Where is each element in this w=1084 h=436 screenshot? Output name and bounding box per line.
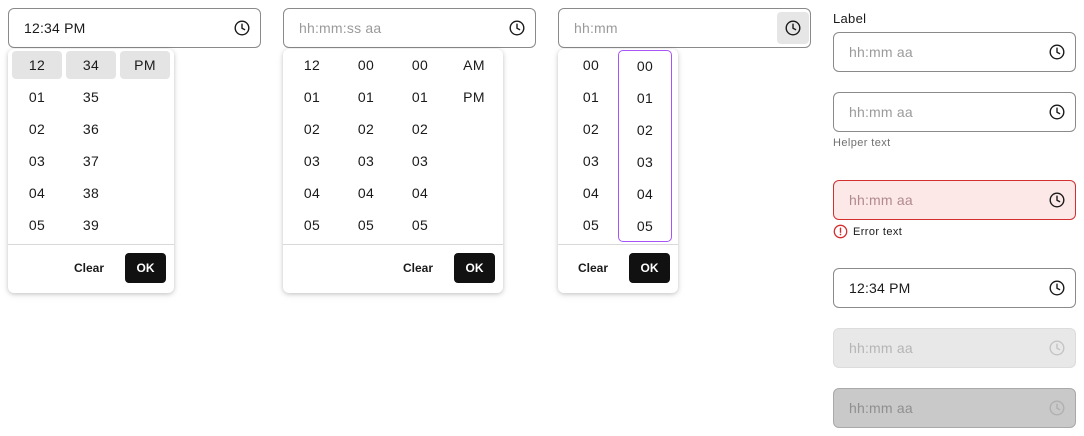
time-input-with-seconds[interactable]: hh:mm:ss aa: [283, 8, 536, 48]
time-picker-dropdown-3: 00 01 02 03 04 05 00 01 02 03 04 05 Clea…: [558, 49, 678, 293]
time-input-value: 12:34 PM: [849, 280, 911, 296]
ok-button[interactable]: OK: [629, 253, 670, 283]
hour-option[interactable]: 03: [566, 147, 616, 175]
hour-option[interactable]: 02: [287, 115, 337, 143]
meridiem-option[interactable]: AM: [449, 51, 499, 79]
time-input-disabled: hh:mm aa: [833, 328, 1076, 368]
hour-option[interactable]: 02: [566, 115, 616, 143]
time-input-placeholder: hh:mm: [574, 20, 618, 36]
minute-option[interactable]: 36: [66, 115, 116, 143]
minute-option[interactable]: 38: [66, 179, 116, 207]
clear-button[interactable]: Clear: [66, 253, 112, 283]
hour-option[interactable]: 04: [566, 179, 616, 207]
clock-icon: [1048, 339, 1066, 357]
minute-column[interactable]: 34 35 36 37 38 39: [66, 51, 116, 243]
minute-column[interactable]: 00 01 02 03 04 05: [618, 50, 672, 242]
footer-divider: [8, 244, 174, 245]
second-option[interactable]: 05: [395, 211, 445, 239]
time-input-12h[interactable]: 12:34 PM: [8, 8, 261, 48]
clock-icon: [1048, 399, 1066, 417]
hour-option[interactable]: 00: [566, 51, 616, 79]
hour-option[interactable]: 03: [12, 147, 62, 175]
error-circle-icon: [833, 224, 848, 239]
clock-icon[interactable]: [1048, 103, 1066, 121]
time-picker-dropdown-2: 12 01 02 03 04 05 00 01 02 03 04 05 00 0…: [283, 49, 503, 293]
hour-option[interactable]: 01: [287, 83, 337, 111]
clock-icon[interactable]: [1048, 43, 1066, 61]
second-option[interactable]: 03: [395, 147, 445, 175]
hour-option[interactable]: 12: [287, 51, 337, 79]
hour-option[interactable]: 01: [12, 83, 62, 111]
hour-column[interactable]: 00 01 02 03 04 05: [566, 51, 616, 243]
hour-column[interactable]: 12 01 02 03 04 05: [12, 51, 62, 243]
hour-option[interactable]: 02: [12, 115, 62, 143]
minute-option[interactable]: 05: [341, 211, 391, 239]
footer-divider: [283, 244, 503, 245]
time-input-placeholder: hh:mm:ss aa: [299, 20, 382, 36]
clock-icon[interactable]: [1048, 279, 1066, 297]
meridiem-column[interactable]: PM: [120, 51, 170, 83]
minute-option[interactable]: 01: [341, 83, 391, 111]
meridiem-option[interactable]: PM: [449, 83, 499, 111]
time-input-placeholder: hh:mm aa: [849, 400, 913, 416]
second-option[interactable]: 04: [395, 179, 445, 207]
minute-option[interactable]: 03: [341, 147, 391, 175]
minute-option[interactable]: 03: [619, 148, 671, 176]
second-option[interactable]: 00: [395, 51, 445, 79]
minute-option[interactable]: 00: [341, 51, 391, 79]
time-input-error[interactable]: hh:mm aa: [833, 180, 1076, 220]
time-input-placeholder: hh:mm aa: [849, 340, 913, 356]
minute-option[interactable]: 01: [619, 84, 671, 112]
clock-icon[interactable]: [777, 12, 809, 44]
time-input-readonly: hh:mm aa: [833, 388, 1076, 428]
hour-option[interactable]: 04: [287, 179, 337, 207]
second-column[interactable]: 00 01 02 03 04 05: [395, 51, 445, 243]
clock-icon[interactable]: [508, 19, 526, 37]
minute-option[interactable]: 39: [66, 211, 116, 239]
error-text: Error text: [853, 225, 903, 238]
field-label: Label: [833, 11, 867, 26]
second-option[interactable]: 02: [395, 115, 445, 143]
helper-text: Helper text: [833, 137, 891, 149]
time-input-value: 12:34 PM: [24, 20, 86, 36]
time-picker-dropdown-1: 12 01 02 03 04 05 34 35 36 37 38 39 PM C…: [8, 49, 174, 293]
meridiem-column[interactable]: AM PM: [449, 51, 499, 115]
hour-option[interactable]: 04: [12, 179, 62, 207]
second-option[interactable]: 01: [395, 83, 445, 111]
time-input-placeholder: hh:mm aa: [849, 44, 913, 60]
clock-icon[interactable]: [233, 19, 251, 37]
time-input-placeholder: hh:mm aa: [849, 192, 913, 208]
minute-option[interactable]: 05: [619, 212, 671, 240]
hour-option[interactable]: 05: [12, 211, 62, 239]
ok-button[interactable]: OK: [125, 253, 166, 283]
minute-option[interactable]: 04: [619, 180, 671, 208]
minute-option[interactable]: 35: [66, 83, 116, 111]
hour-option[interactable]: 05: [287, 211, 337, 239]
time-input-filled[interactable]: 12:34 PM: [833, 268, 1076, 308]
minute-option[interactable]: 00: [619, 52, 671, 80]
time-input-24h[interactable]: hh:mm: [558, 8, 811, 48]
minute-option[interactable]: 34: [66, 51, 116, 79]
footer-divider: [558, 244, 678, 245]
meridiem-option[interactable]: PM: [120, 51, 170, 79]
minute-option[interactable]: 02: [619, 116, 671, 144]
time-input-helper[interactable]: hh:mm aa: [833, 92, 1076, 132]
error-message: Error text: [833, 224, 902, 239]
time-input-placeholder: hh:mm aa: [849, 104, 913, 120]
minute-option[interactable]: 04: [341, 179, 391, 207]
minute-option[interactable]: 02: [341, 115, 391, 143]
minute-column[interactable]: 00 01 02 03 04 05: [341, 51, 391, 243]
clock-icon[interactable]: [1048, 191, 1066, 209]
clear-button[interactable]: Clear: [395, 253, 441, 283]
time-input-default[interactable]: hh:mm aa: [833, 32, 1076, 72]
hour-option[interactable]: 01: [566, 83, 616, 111]
clear-button[interactable]: Clear: [570, 253, 616, 283]
minute-option[interactable]: 37: [66, 147, 116, 175]
hour-option[interactable]: 12: [12, 51, 62, 79]
hour-option[interactable]: 05: [566, 211, 616, 239]
hour-column[interactable]: 12 01 02 03 04 05: [287, 51, 337, 243]
hour-option[interactable]: 03: [287, 147, 337, 175]
ok-button[interactable]: OK: [454, 253, 495, 283]
